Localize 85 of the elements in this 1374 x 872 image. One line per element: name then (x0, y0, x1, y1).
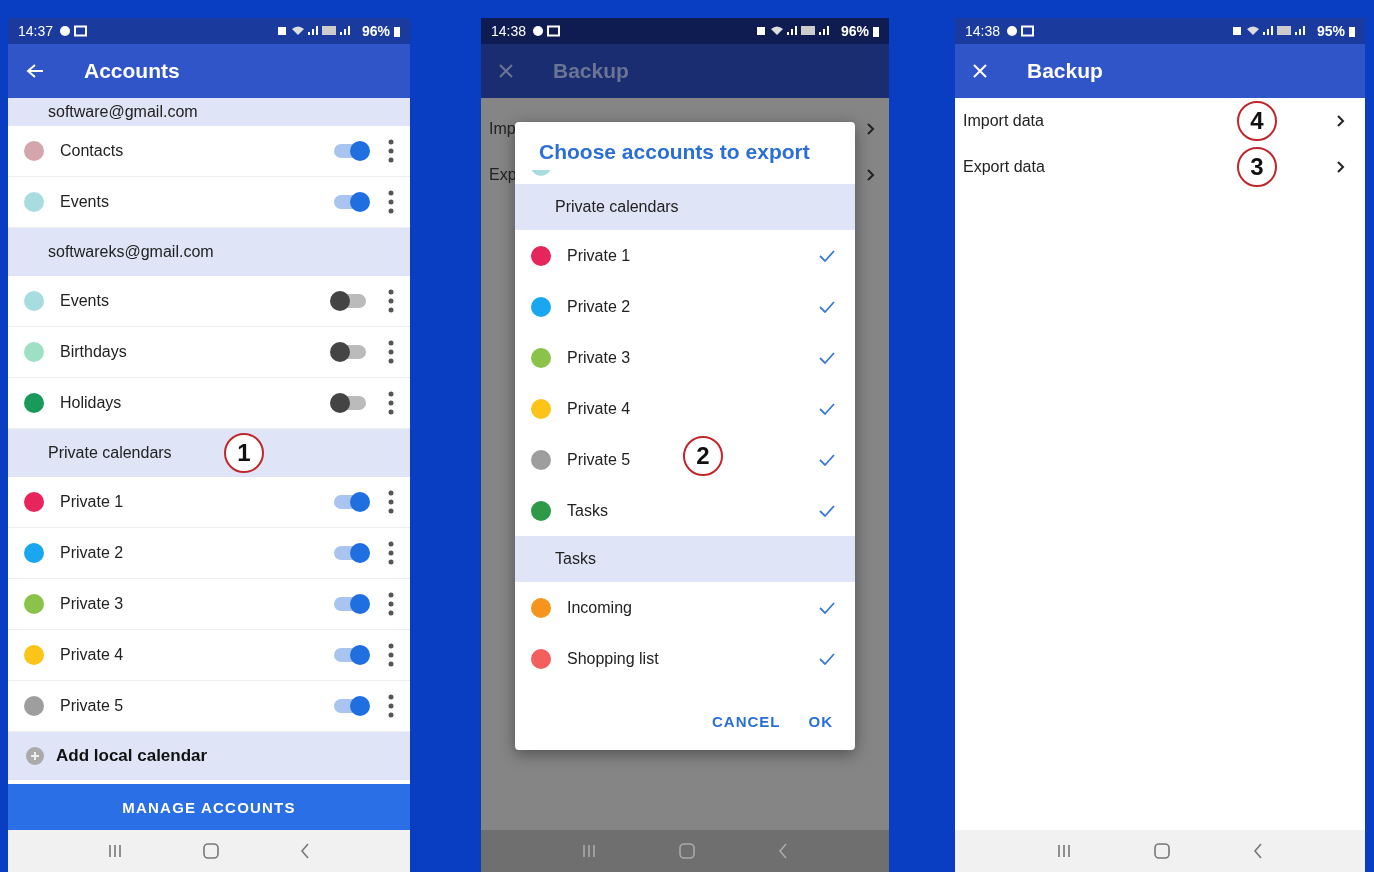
screen-title: Backup (553, 59, 629, 83)
status-time: 14:37 (18, 23, 54, 39)
calendar-name: Private 3 (60, 595, 125, 613)
chevron-right-icon (1337, 161, 1345, 173)
menu-item[interactable]: Export data 3 (955, 144, 1365, 190)
section-title: software@gmail.com (48, 103, 198, 121)
more-options-icon[interactable] (388, 289, 394, 313)
checkmark-icon[interactable] (819, 601, 835, 614)
manage-accounts-button[interactable]: MANAGE ACCOUNTS (8, 784, 410, 830)
calendar-name: Events (60, 292, 110, 310)
ok-button[interactable]: OK (800, 707, 841, 736)
calendar-name: Holidays (60, 394, 123, 412)
add-calendar-row[interactable]: Add local calendar (8, 732, 410, 780)
home-icon[interactable] (203, 843, 219, 859)
notification-icons (1006, 25, 1037, 37)
chevron-right-icon (1337, 115, 1345, 127)
status-time: 14:38 (491, 23, 527, 39)
more-options-icon[interactable] (388, 643, 394, 667)
calendar-name: Private 1 (60, 493, 125, 511)
calendar-name: Events (60, 193, 110, 211)
calendar-name: Tasks (567, 501, 608, 520)
menu-item-label: Imp (489, 120, 516, 138)
calendar-name: Incoming (567, 598, 632, 617)
more-options-icon[interactable] (388, 340, 394, 364)
calendar-name: Private 2 (567, 297, 631, 316)
annotation-number: 2 (683, 436, 723, 476)
back-arrow-icon[interactable] (26, 63, 44, 79)
chevron-right-icon (867, 123, 875, 135)
calendar-name: Private 5 (567, 450, 631, 469)
status-time: 14:38 (965, 23, 1001, 39)
screen-title: Accounts (84, 59, 180, 83)
section-title: Private calendars (555, 198, 679, 216)
annotation-number: 1 (224, 433, 264, 473)
section-title: softwareks@gmail.com (48, 243, 214, 261)
checkmark-icon[interactable] (819, 504, 835, 517)
recent-apps-icon[interactable] (108, 844, 123, 858)
more-options-icon[interactable] (388, 541, 394, 565)
calendar-name: Private 1 (567, 246, 631, 265)
battery-icon (1349, 25, 1355, 37)
plus-circle-icon (26, 747, 44, 765)
more-options-icon[interactable] (388, 694, 394, 718)
more-options-icon[interactable] (388, 139, 394, 163)
add-calendar-label: Add local calendar (56, 746, 208, 766)
checkmark-icon[interactable] (819, 300, 835, 313)
home-icon[interactable] (1154, 843, 1170, 859)
calendar-name: Shopping list (567, 649, 659, 668)
more-options-icon[interactable] (388, 190, 394, 214)
calendar-name: Private 4 (567, 399, 631, 418)
chevron-right-icon (867, 169, 875, 181)
dialog-title: Choose accounts to export (538, 139, 811, 165)
more-options-icon[interactable] (388, 490, 394, 514)
calendar-name: Birthdays (60, 343, 128, 361)
back-icon[interactable] (1253, 843, 1264, 859)
calendar-name: Private 3 (567, 348, 631, 367)
more-options-icon[interactable] (388, 391, 394, 415)
checkmark-icon[interactable] (819, 249, 835, 262)
battery-level: 96% (361, 23, 390, 39)
battery-level: 95% (1316, 23, 1345, 39)
checkmark-icon[interactable] (819, 351, 835, 364)
screen-title: Backup (1027, 59, 1103, 83)
menu-item-label: Export data (963, 158, 1045, 176)
calendar-name: Private 2 (60, 544, 125, 562)
notification-icons (59, 25, 90, 37)
battery-icon (873, 25, 879, 37)
calendar-name: Private 5 (60, 697, 125, 715)
checkmark-icon[interactable] (819, 652, 835, 665)
checkmark-icon[interactable] (819, 402, 835, 415)
close-icon[interactable] (499, 64, 513, 78)
checkmark-icon[interactable] (819, 453, 835, 466)
calendar-name: Private 4 (60, 646, 125, 664)
annotation-number: 4 (1237, 101, 1277, 141)
section-title: Private calendars (48, 444, 172, 462)
back-icon[interactable] (299, 843, 310, 859)
calendar-name: Contacts (60, 142, 125, 160)
annotation-number: 3 (1237, 147, 1277, 187)
more-options-icon[interactable] (388, 592, 394, 616)
recent-apps-icon[interactable] (1056, 844, 1071, 858)
menu-item[interactable]: Import data 4 (955, 98, 1365, 144)
menu-item-label: Exp (489, 166, 517, 184)
section-title: Tasks (555, 550, 596, 568)
menu-item-label: Import data (963, 112, 1044, 130)
battery-level: 96% (840, 23, 869, 39)
notification-icons (532, 25, 563, 37)
cancel-button[interactable]: CANCEL (704, 707, 789, 736)
battery-icon (394, 25, 400, 37)
